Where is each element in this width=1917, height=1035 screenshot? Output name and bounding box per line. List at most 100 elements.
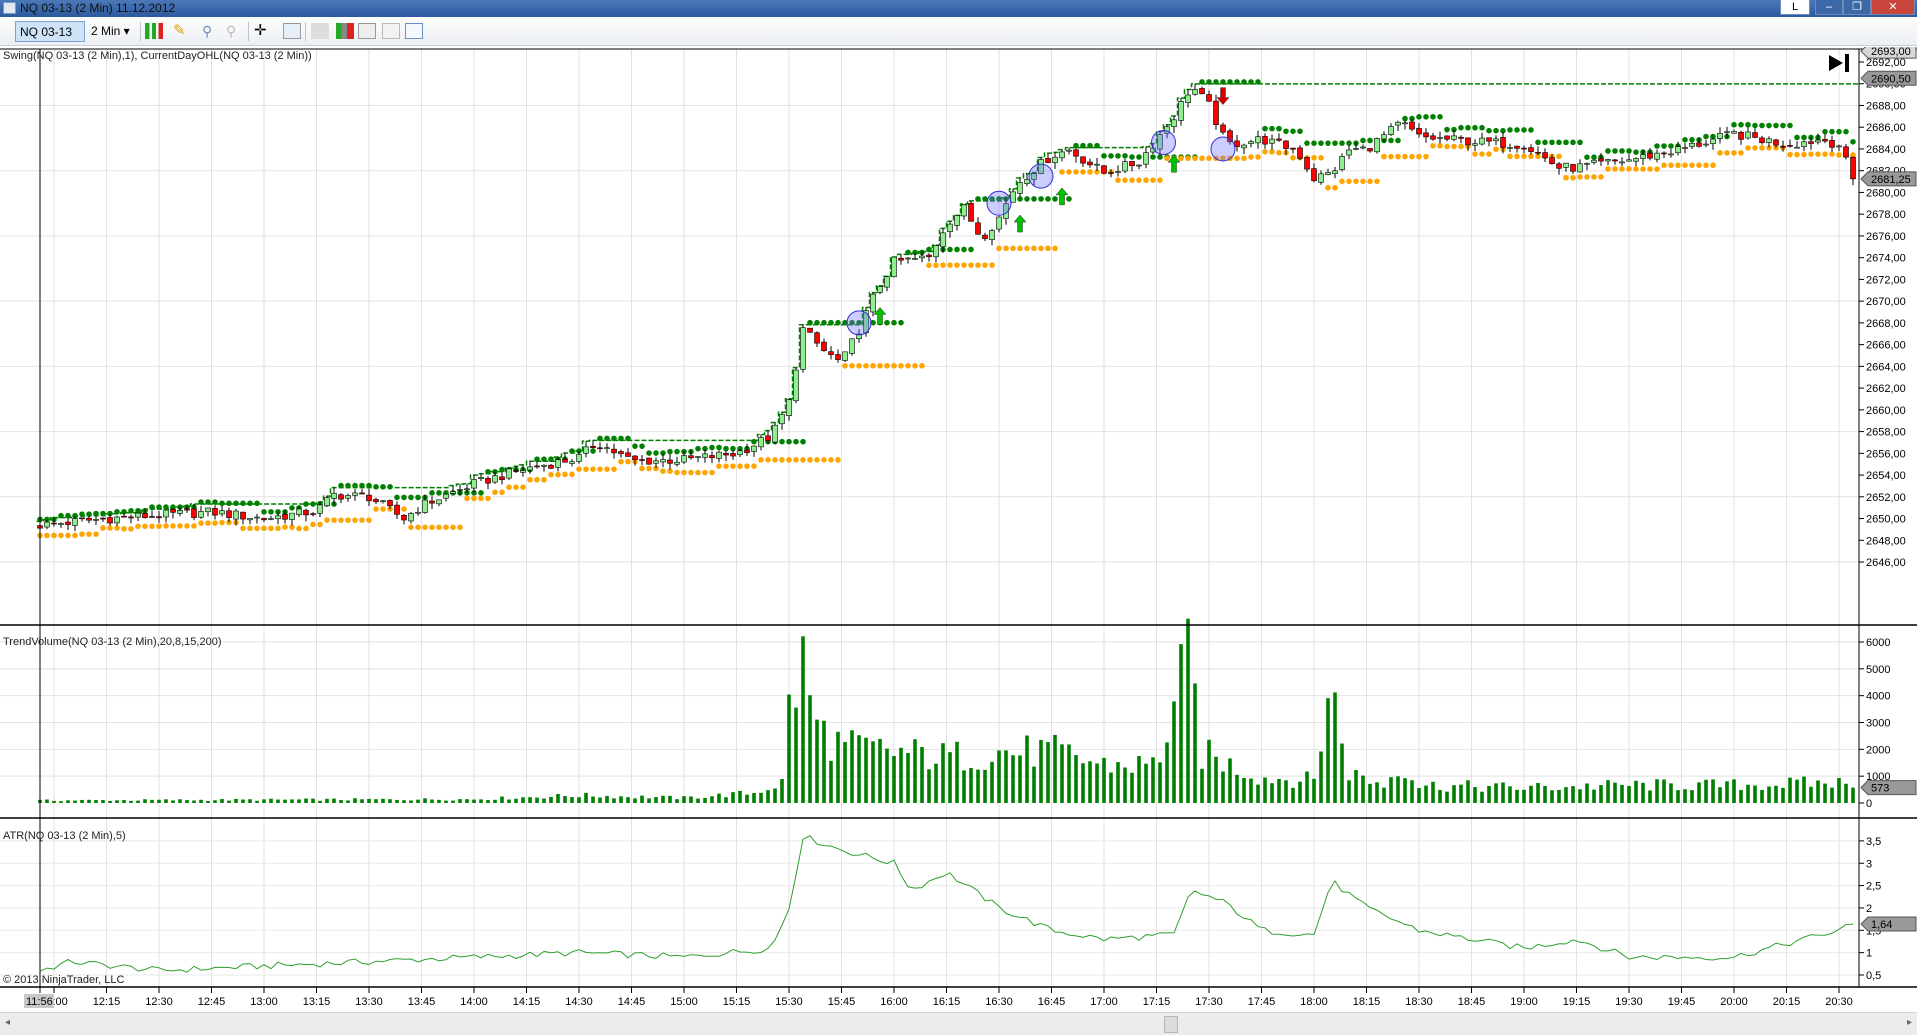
indicators-icon[interactable] — [336, 23, 354, 39]
candle-body — [765, 435, 771, 441]
volume-bar — [1823, 783, 1827, 803]
volume-bar — [962, 770, 966, 803]
swing-low-dot — [975, 262, 981, 268]
candle-body — [1584, 163, 1590, 165]
minimize-button[interactable]: – — [1815, 0, 1843, 15]
signal-circle — [1210, 136, 1236, 162]
swing-high-dot — [1584, 154, 1590, 160]
swing-low-dot — [114, 525, 120, 531]
swing-low-dot — [345, 517, 351, 523]
candle-body — [870, 293, 876, 313]
candle-body — [1192, 89, 1198, 95]
swing-low-dot — [772, 457, 778, 463]
candle-body — [1444, 135, 1450, 140]
swing-low-dot — [457, 524, 463, 531]
swing-high-dot — [1241, 79, 1247, 85]
swing-high-dot — [1234, 79, 1240, 85]
candle-body — [205, 507, 211, 513]
zoom-in-icon[interactable]: ⚲ — [202, 23, 220, 39]
swing-high-dot — [884, 319, 890, 326]
swing-low-dot — [870, 362, 876, 369]
volume-bar — [738, 790, 742, 803]
candle-body — [716, 451, 722, 459]
candle-body — [1654, 152, 1660, 160]
volume-bar — [1774, 785, 1778, 803]
time-tick-label: 13:15 — [303, 996, 331, 1008]
swing-high-dot — [1122, 153, 1128, 159]
swing-low-dot — [786, 457, 792, 463]
chart-style-icon[interactable] — [145, 23, 163, 39]
candle-body — [282, 513, 288, 520]
swing-low-dot — [205, 520, 211, 526]
swing-low-dot — [1591, 174, 1597, 180]
crosshair-icon[interactable]: ✛ — [254, 23, 272, 39]
volume-bar — [1284, 780, 1288, 803]
volume-bar — [1375, 782, 1379, 803]
swing-low-dot — [954, 262, 960, 268]
volume-bar — [1081, 763, 1085, 803]
volume-bar — [269, 798, 273, 803]
drawing-pencil-icon[interactable]: ✎ — [173, 23, 191, 39]
strategies-icon[interactable] — [358, 23, 376, 39]
time-tick-label: 13:30 — [355, 996, 383, 1008]
scroll-left-icon[interactable]: ◂ — [5, 1017, 10, 1028]
volume-bar — [1403, 778, 1407, 803]
volume-bar — [367, 798, 371, 803]
swing-high-dot — [891, 319, 897, 326]
swing-high-dot — [1017, 196, 1023, 202]
volume-bar — [1788, 777, 1792, 803]
scroll-right-icon[interactable]: ▸ — [1907, 1017, 1912, 1028]
interval-selector[interactable]: 2 Min ▾ — [87, 21, 137, 42]
candle-body — [1507, 147, 1513, 149]
data-box-icon[interactable] — [311, 23, 329, 39]
price-tick-label: 2676,00 — [1866, 231, 1906, 243]
chart-canvas[interactable]: 12:0012:1512:3012:4513:0013:1513:3013:45… — [0, 47, 1917, 1012]
scrollbar-thumb[interactable] — [1164, 1016, 1178, 1033]
volume-bar — [1340, 743, 1344, 803]
volume-bar — [94, 800, 98, 803]
candle-body — [1514, 145, 1520, 149]
volume-bar — [1438, 789, 1442, 803]
candle-body — [849, 338, 855, 354]
volume-bar — [332, 798, 336, 803]
volume-bar — [780, 779, 784, 803]
layout-icon[interactable] — [405, 23, 423, 39]
swing-high-price-marker: 2690,50 — [1871, 73, 1911, 85]
horizontal-scrollbar[interactable]: ◂ ▸ — [0, 1012, 1917, 1035]
swing-high-dot — [289, 505, 295, 511]
swing-low-dot — [1619, 166, 1625, 172]
close-button[interactable]: ✕ — [1871, 0, 1915, 15]
volume-bar — [1550, 790, 1554, 803]
swing-high-dot — [667, 448, 673, 455]
swing-high-dot — [1689, 136, 1695, 143]
candle-body — [1815, 139, 1821, 143]
properties-icon[interactable] — [382, 23, 400, 39]
swing-low-dot — [1325, 184, 1331, 191]
volume-bar — [696, 798, 700, 803]
swing-low-dot — [100, 525, 106, 531]
volume-bar — [423, 798, 427, 803]
time-tick-label: 16:30 — [985, 996, 1013, 1008]
price-tick-label: 2686,00 — [1866, 122, 1906, 134]
candle-body — [926, 254, 932, 258]
instrument-selector[interactable]: NQ 03-13 ▾ — [15, 21, 85, 59]
swing-low-dot — [779, 457, 785, 463]
candle-body — [1675, 146, 1681, 154]
swing-low-dot — [408, 524, 414, 531]
magnifier-icon[interactable] — [283, 23, 301, 39]
volume-bar — [1067, 744, 1071, 803]
volume-bar — [556, 793, 560, 803]
l-button[interactable]: L — [1780, 0, 1810, 15]
swing-low-dot — [912, 362, 918, 369]
volume-bar — [1214, 756, 1218, 803]
swing-high-dot — [219, 500, 225, 507]
volume-bar — [878, 738, 882, 803]
candle-body — [828, 351, 834, 355]
volume-bar — [836, 731, 840, 803]
volume-bar — [1354, 770, 1358, 803]
volume-bar — [402, 800, 406, 803]
candle-body — [1696, 142, 1702, 147]
candle-body — [513, 470, 519, 472]
swing-low-dot — [1080, 169, 1086, 175]
restore-button[interactable]: ❐ — [1843, 0, 1871, 15]
